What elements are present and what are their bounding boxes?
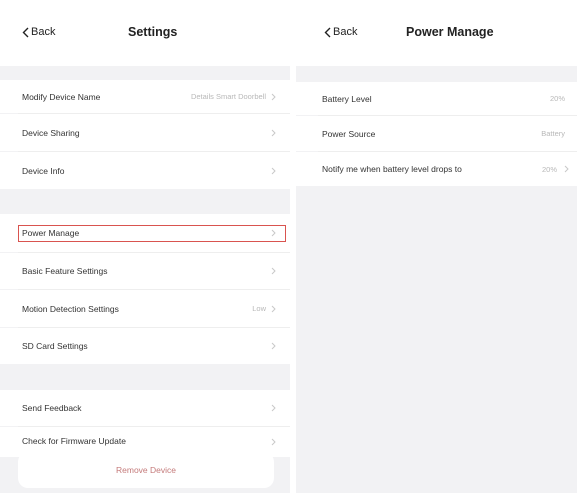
row-label: Send Feedback (22, 403, 82, 413)
power-manage-page-title: Power Manage (406, 25, 494, 39)
chevron-right-icon (271, 93, 276, 100)
row-label: Check for Firmware Update (22, 436, 126, 446)
chevron-right-icon (271, 342, 276, 350)
chevron-right-icon (271, 129, 276, 136)
settings-row-motion-detection-settings[interactable]: Motion Detection Settings Low (0, 290, 290, 327)
power-manage-nav-bar: Back Power Manage (296, 0, 577, 66)
empty-area (296, 186, 577, 493)
row-label: Power Source (322, 128, 376, 139)
row-label: Motion Detection Settings (22, 303, 119, 314)
power-row-battery-level: Battery Level 20% (296, 82, 577, 115)
row-label: Device Sharing (22, 127, 80, 138)
row-label: Battery Level (322, 93, 372, 104)
power-manage-back-button[interactable]: Back (324, 26, 357, 38)
row-label: Basic Feature Settings (22, 266, 108, 276)
row-label: Power Manage (22, 228, 80, 238)
row-label: Notify me when battery level drops to (322, 164, 462, 174)
chevron-right-icon (271, 229, 276, 237)
row-label: Modify Device Name (22, 91, 101, 102)
settings-back-label: Back (31, 26, 56, 38)
power-row-power-source: Power Source Battery (296, 116, 577, 151)
chevron-right-icon (271, 438, 276, 446)
settings-row-device-sharing[interactable]: Device Sharing (0, 114, 290, 151)
settings-row-power-manage[interactable]: Power Manage (0, 214, 290, 252)
settings-row-sd-card-settings[interactable]: SD Card Settings (0, 328, 290, 364)
settings-nav-bar: Back Settings (0, 0, 290, 66)
settings-row-send-feedback[interactable]: Send Feedback (0, 390, 290, 426)
row-value: Details Smart Doorbell (190, 92, 266, 101)
power-manage-back-label: Back (333, 26, 358, 38)
row-label: SD Card Settings (22, 341, 88, 351)
chevron-right-icon (271, 267, 276, 275)
chevron-right-icon (271, 305, 276, 312)
settings-row-device-info[interactable]: Device Info (0, 152, 290, 189)
row-value: Battery (541, 129, 565, 138)
settings-screen: Back Settings Modify Device Name Details… (0, 0, 290, 493)
remove-device-button[interactable]: Remove Device (18, 452, 274, 488)
chevron-right-icon (271, 167, 276, 174)
chevron-right-icon (271, 404, 276, 412)
row-value: 20% (549, 94, 565, 103)
power-row-notify-battery-threshold[interactable]: Notify me when battery level drops to 20… (296, 152, 577, 186)
settings-row-basic-feature-settings[interactable]: Basic Feature Settings (0, 253, 290, 289)
settings-row-modify-device-name[interactable]: Modify Device Name Details Smart Doorbel… (0, 80, 290, 113)
row-value: Low (252, 304, 266, 313)
settings-page-title: Settings (128, 25, 178, 39)
chevron-left-icon (324, 27, 331, 37)
chevron-left-icon (22, 27, 29, 37)
row-value: 20% (541, 164, 557, 174)
row-label: Device Info (22, 165, 65, 176)
chevron-right-icon (564, 165, 569, 173)
power-manage-screen: Back Power Manage Battery Level 20% Powe… (296, 0, 577, 493)
settings-back-button[interactable]: Back (22, 26, 55, 38)
